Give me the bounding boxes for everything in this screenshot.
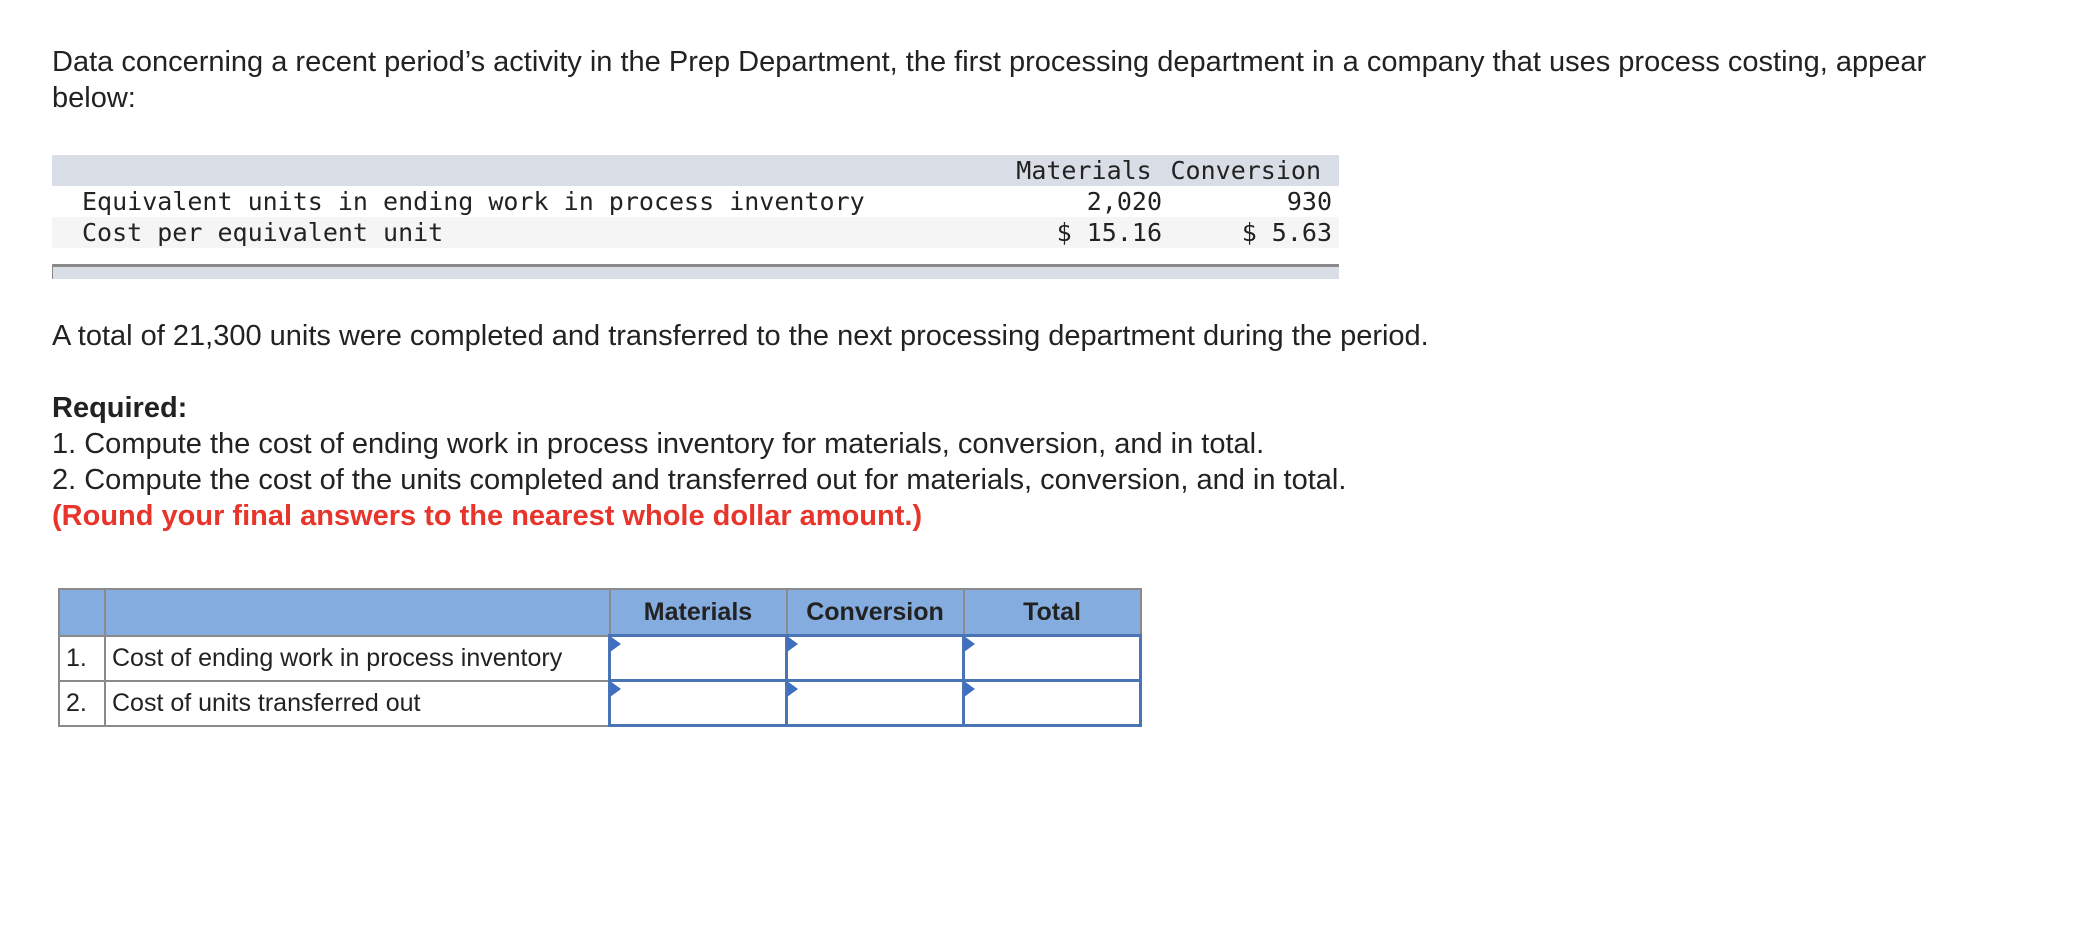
row-label: Cost of units transferred out — [104, 679, 611, 727]
ending-wip-total-input[interactable] — [965, 638, 1139, 678]
total-cell — [962, 679, 1142, 727]
materials-cell — [608, 679, 788, 727]
table-spacer — [52, 248, 1339, 264]
header-blank — [52, 155, 973, 186]
input-marker-icon — [610, 636, 621, 652]
header-total: Total — [962, 588, 1142, 637]
header-conversion: Conversion — [785, 588, 965, 637]
input-marker-icon — [787, 636, 798, 652]
data-row-equivalent-units: Equivalent units in ending work in proce… — [52, 186, 1339, 217]
answer-row-transferred-out: 2. Cost of units transferred out — [58, 679, 1142, 727]
materials-cell — [608, 634, 788, 682]
input-marker-icon — [964, 681, 975, 697]
answer-header-row: Materials Conversion Total — [58, 588, 1142, 637]
table-footer-bar — [52, 264, 1339, 279]
answer-row-ending-wip: 1. Cost of ending work in process invent… — [58, 634, 1142, 682]
data-table-header: Materials Conversion — [52, 155, 1339, 186]
ending-wip-conversion-input[interactable] — [788, 638, 962, 678]
materials-value: $ 15.16 — [1056, 218, 1162, 247]
input-marker-icon — [787, 681, 798, 697]
header-description — [104, 588, 611, 637]
units-completed-statement: A total of 21,300 units were completed a… — [52, 320, 1429, 352]
conversion-cell — [785, 634, 965, 682]
row-label: Cost per equivalent unit — [82, 218, 444, 247]
answer-table: Materials Conversion Total 1. Cost of en… — [58, 588, 1142, 727]
header-conversion: Conversion — [1170, 156, 1321, 185]
transferred-out-conversion-input[interactable] — [788, 683, 962, 723]
row-label: Cost of ending work in process inventory — [104, 634, 611, 682]
header-materials: Materials — [1016, 156, 1152, 185]
conversion-cell — [785, 679, 965, 727]
transferred-out-materials-input[interactable] — [611, 683, 785, 723]
header-num — [58, 588, 106, 637]
materials-value: 2,020 — [1086, 187, 1162, 216]
transferred-out-total-input[interactable] — [965, 683, 1139, 723]
data-row-cost-per-unit: Cost per equivalent unit $ 15.16 $ 5.63 — [52, 217, 1339, 248]
row-label: Equivalent units in ending work in proce… — [82, 187, 865, 216]
required-item-2: 2. Compute the cost of the units complet… — [52, 464, 1347, 496]
data-table: Materials Conversion Equivalent units in… — [52, 155, 1339, 279]
total-cell — [962, 634, 1142, 682]
header-materials: Materials — [608, 588, 788, 637]
problem-intro: Data concerning a recent period’s activi… — [52, 46, 1927, 114]
conversion-value: 930 — [1286, 187, 1332, 216]
rounding-note: (Round your final answers to the nearest… — [52, 500, 923, 532]
required-item-1: 1. Compute the cost of ending work in pr… — [52, 428, 1265, 460]
ending-wip-materials-input[interactable] — [611, 638, 785, 678]
required-title: Required: — [52, 392, 188, 424]
row-number: 2. — [58, 679, 106, 727]
input-marker-icon — [610, 681, 621, 697]
required-section: Required: 1. Compute the cost of ending … — [52, 390, 1346, 534]
conversion-value: $ 5.63 — [1241, 218, 1332, 247]
row-number: 1. — [58, 634, 106, 682]
input-marker-icon — [964, 636, 975, 652]
